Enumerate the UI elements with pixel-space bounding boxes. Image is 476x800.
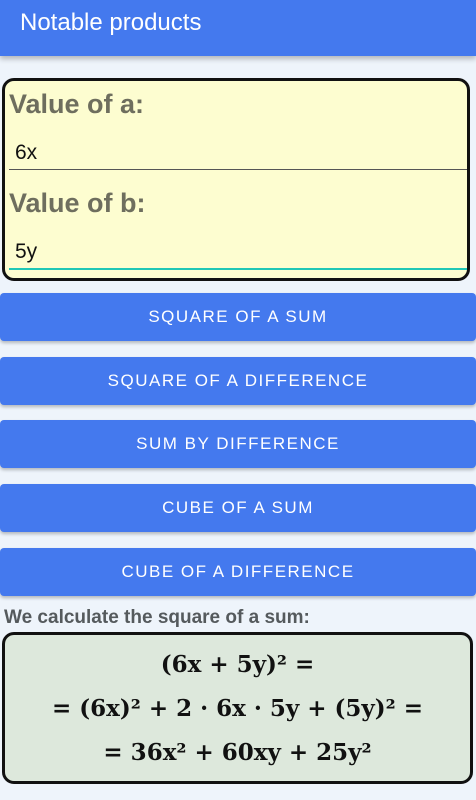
input-card: Value of a: Value of b:: [2, 78, 470, 281]
formula-line-3: = 36x² + 60xy + 25y²: [103, 739, 372, 766]
cube-of-sum-button[interactable]: CUBE OF A SUM: [0, 484, 476, 532]
app-bar: Notable products: [0, 0, 476, 56]
app-title: Notable products: [20, 9, 202, 36]
formula-line-2: = (6x)² + 2 · 6x · 5y + (5y)² =: [51, 695, 424, 722]
square-of-sum-button[interactable]: SQUARE OF A SUM: [0, 293, 476, 341]
square-of-difference-button[interactable]: SQUARE OF A DIFFERENCE: [0, 357, 476, 405]
sum-by-difference-button[interactable]: SUM BY DIFFERENCE: [0, 420, 476, 468]
result-caption: We calculate the square of a sum:: [4, 607, 310, 628]
value-a-input[interactable]: [9, 136, 467, 170]
result-card: (6x + 5y)² = = (6x)² + 2 · 6x · 5y + (5y…: [2, 632, 473, 784]
formula-line-1: (6x + 5y)² =: [160, 651, 315, 678]
value-a-label: Value of a:: [9, 89, 145, 119]
value-b-input[interactable]: [9, 236, 467, 270]
value-b-label: Value of b:: [9, 188, 146, 218]
cube-of-difference-button[interactable]: CUBE OF A DIFFERENCE: [0, 548, 476, 596]
